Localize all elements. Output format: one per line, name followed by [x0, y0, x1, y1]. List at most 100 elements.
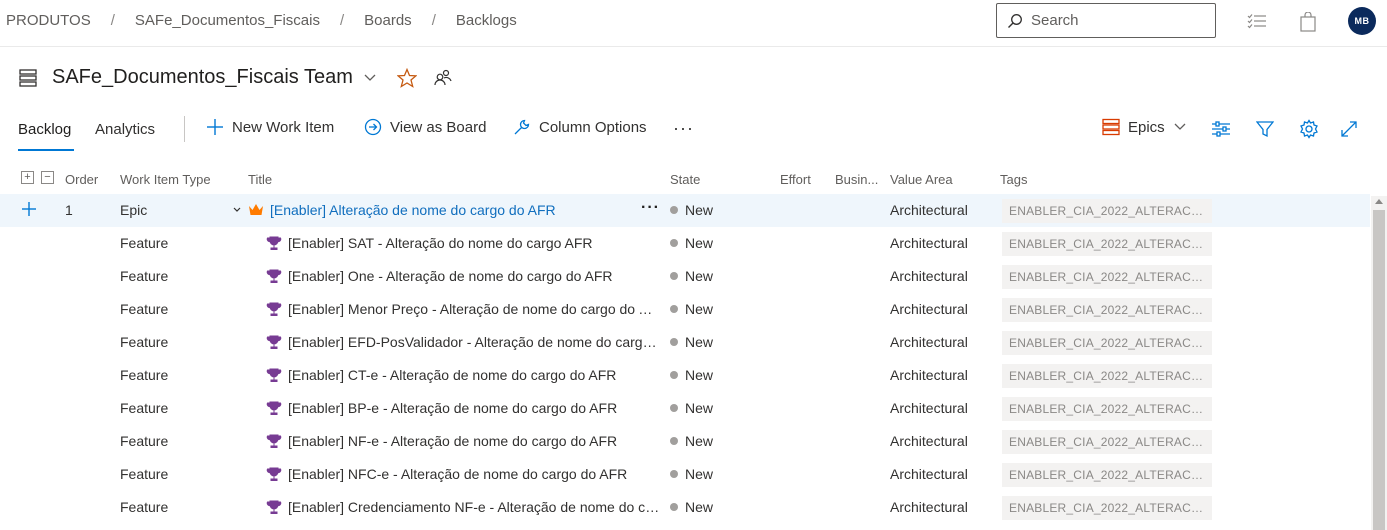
- breadcrumb-boards[interactable]: Boards: [364, 12, 412, 29]
- work-item-title-link[interactable]: [Enabler] Credenciamento NF-e - Alteraçã…: [288, 499, 662, 515]
- work-item-title-link[interactable]: [Enabler] One - Alteração de nome do car…: [288, 268, 613, 284]
- breadcrumb: PRODUTOS / SAFe_Documentos_Fiscais / Boa…: [6, 12, 517, 29]
- avatar[interactable]: MB: [1348, 7, 1376, 35]
- settings-sliders-icon[interactable]: [1210, 118, 1232, 140]
- gear-icon[interactable]: [1298, 118, 1320, 140]
- title-cell[interactable]: [Enabler] CT-e - Alteração de nome do ca…: [266, 367, 616, 383]
- tag-chip[interactable]: ENABLER_CIA_2022_ALTERACAO_NOME_CARGO_AF…: [1002, 364, 1212, 388]
- tag-chip[interactable]: ENABLER_CIA_2022_ALTERACAO_NOME_CARGO_AF…: [1002, 298, 1212, 322]
- tag-chip[interactable]: ENABLER_CIA_2022_ALTERACAO_NOME_CARGO_AF…: [1002, 331, 1212, 355]
- star-icon[interactable]: [396, 67, 417, 88]
- title-cell[interactable]: [Enabler] Alteração de nome do cargo do …: [232, 202, 556, 218]
- task-list-icon[interactable]: [1245, 10, 1269, 34]
- plus-icon: [207, 119, 223, 135]
- column-options-button[interactable]: Column Options: [513, 118, 647, 136]
- column-header-tags[interactable]: Tags: [1000, 172, 1027, 187]
- view-as-board-label: View as Board: [390, 118, 487, 136]
- more-actions-button[interactable]: ···: [673, 118, 694, 139]
- trophy-icon: [266, 335, 282, 349]
- column-header-effort[interactable]: Effort: [780, 172, 811, 187]
- trophy-icon: [266, 434, 282, 448]
- expand-icon[interactable]: [1338, 118, 1360, 140]
- view-as-board-button[interactable]: View as Board: [364, 118, 486, 136]
- work-item-title-link[interactable]: [Enabler] NFC-e - Alteração de nome do c…: [288, 466, 627, 482]
- table-row[interactable]: Feature [Enabler] NFC-e - Alteração de n…: [0, 458, 1370, 491]
- new-work-item-button[interactable]: New Work Item: [206, 118, 334, 136]
- state-cell: New: [670, 268, 713, 284]
- work-item-title-link[interactable]: [Enabler] Menor Preço - Alteração de nom…: [288, 301, 658, 317]
- column-header-order[interactable]: Order: [65, 172, 98, 187]
- work-item-title-link[interactable]: [Enabler] Alteração de nome do cargo do …: [270, 202, 556, 218]
- breadcrumb-organization[interactable]: PRODUTOS: [6, 12, 91, 29]
- state-label: New: [685, 334, 714, 350]
- table-row[interactable]: Feature [Enabler] CT-e - Alteração de no…: [0, 359, 1370, 392]
- table-row[interactable]: Feature [Enabler] One - Alteração de nom…: [0, 260, 1370, 293]
- table-row[interactable]: Feature [Enabler] NF-e - Alteração de no…: [0, 425, 1370, 458]
- work-item-title-link[interactable]: [Enabler] SAT - Alteração do nome do car…: [288, 235, 593, 251]
- tag-chip[interactable]: ENABLER_CIA_2022_ALTERACAO_NOME_CARGO_AF…: [1002, 397, 1212, 421]
- table-row[interactable]: Feature [Enabler] BP-e - Alteração de no…: [0, 392, 1370, 425]
- scrollbar-thumb[interactable]: [1373, 210, 1385, 530]
- state-label: New: [685, 235, 714, 251]
- state-cell: New: [670, 499, 713, 515]
- title-cell[interactable]: [Enabler] Credenciamento NF-e - Alteraçã…: [266, 499, 662, 515]
- title-cell[interactable]: [Enabler] BP-e - Alteração de nome do ca…: [266, 400, 617, 416]
- title-cell[interactable]: [Enabler] NFC-e - Alteração de nome do c…: [266, 466, 627, 482]
- tab-analytics[interactable]: Analytics: [95, 121, 155, 138]
- state-label: New: [685, 433, 714, 449]
- title-cell[interactable]: [Enabler] Menor Preço - Alteração de nom…: [266, 301, 658, 317]
- filter-icon[interactable]: [1254, 118, 1276, 140]
- search-input[interactable]: [1031, 12, 1201, 29]
- work-item-title-link[interactable]: [Enabler] CT-e - Alteração de nome do ca…: [288, 367, 616, 383]
- title-cell[interactable]: [Enabler] SAT - Alteração do nome do car…: [266, 235, 593, 251]
- expand-all-button[interactable]: +: [21, 171, 34, 184]
- work-item-title-link[interactable]: [Enabler] EFD-PosValidador - Alteração d…: [288, 334, 658, 350]
- arrow-circle-icon: [364, 118, 382, 136]
- backlog-icon: [19, 68, 37, 87]
- tag-chip[interactable]: ENABLER_CIA_2022_ALTERACAO_NOME_CARGO_AF…: [1002, 463, 1212, 487]
- chevron-down-icon[interactable]: [232, 206, 242, 214]
- tag-chip[interactable]: ENABLER_CIA_2022_ALTERACAO_NOME_CARGO_AF…: [1002, 265, 1212, 289]
- tab-backlog[interactable]: Backlog: [18, 121, 71, 138]
- breadcrumb-project[interactable]: SAFe_Documentos_Fiscais: [135, 12, 320, 29]
- column-header-value-area[interactable]: Value Area: [890, 172, 953, 187]
- tag-chip[interactable]: ENABLER_CIA_2022_ALTERACAO_NOME_CARGO_AF…: [1002, 496, 1212, 520]
- work-item-title-link[interactable]: [Enabler] NF-e - Alteração de nome do ca…: [288, 433, 617, 449]
- state-dot: [670, 305, 678, 313]
- state-label: New: [685, 466, 714, 482]
- state-dot: [670, 371, 678, 379]
- type-cell: Feature: [120, 367, 169, 383]
- table-row[interactable]: Feature [Enabler] SAT - Alteração do nom…: [0, 227, 1370, 260]
- collapse-all-button[interactable]: −: [41, 171, 54, 184]
- table-row[interactable]: 1 Epic [Enabler] Alteração de nome do ca…: [0, 194, 1370, 227]
- tag-chip[interactable]: ENABLER_CIA_2022_ALTERACAO_NOME_CARGO_AF…: [1002, 430, 1212, 454]
- state-label: New: [685, 268, 714, 284]
- breadcrumb-backlogs[interactable]: Backlogs: [456, 12, 517, 29]
- backlog-level-picker[interactable]: Epics: [1102, 118, 1187, 136]
- team-members-icon[interactable]: [433, 68, 453, 88]
- shopping-bag-icon[interactable]: [1296, 10, 1320, 34]
- title-cell[interactable]: [Enabler] EFD-PosValidador - Alteração d…: [266, 334, 658, 350]
- title-cell[interactable]: [Enabler] One - Alteração de nome do car…: [266, 268, 613, 284]
- column-header-business-value[interactable]: Busin...: [835, 172, 878, 187]
- column-header-title[interactable]: Title: [248, 172, 272, 187]
- column-header-state[interactable]: State: [670, 172, 700, 187]
- value-area-cell: Architectural: [890, 202, 968, 218]
- type-cell: Feature: [120, 499, 169, 515]
- tag-chip[interactable]: ENABLER_CIA_2022_ALTERACAO_NOME_CARGO_AF…: [1002, 232, 1212, 256]
- scroll-up-arrow-icon[interactable]: [1375, 199, 1383, 204]
- chevron-down-icon[interactable]: [363, 73, 377, 83]
- title-cell[interactable]: [Enabler] NF-e - Alteração de nome do ca…: [266, 433, 617, 449]
- table-row[interactable]: Feature [Enabler] Menor Preço - Alteraçã…: [0, 293, 1370, 326]
- table-row[interactable]: Feature [Enabler] EFD-PosValidador - Alt…: [0, 326, 1370, 359]
- column-header-type[interactable]: Work Item Type: [120, 172, 211, 187]
- work-item-title-link[interactable]: [Enabler] BP-e - Alteração de nome do ca…: [288, 400, 617, 416]
- add-child-icon[interactable]: [21, 201, 37, 217]
- table-row[interactable]: Feature [Enabler] Credenciamento NF-e - …: [0, 491, 1370, 524]
- team-title[interactable]: SAFe_Documentos_Fiscais Team: [52, 66, 353, 89]
- search-box[interactable]: [996, 3, 1216, 38]
- type-cell: Feature: [120, 301, 169, 317]
- tag-chip[interactable]: ENABLER_CIA_2022_ALTERACAO_NOME_CARGO_AF…: [1002, 199, 1212, 223]
- value-area-cell: Architectural: [890, 268, 968, 284]
- row-more-actions-button[interactable]: ···: [641, 199, 660, 217]
